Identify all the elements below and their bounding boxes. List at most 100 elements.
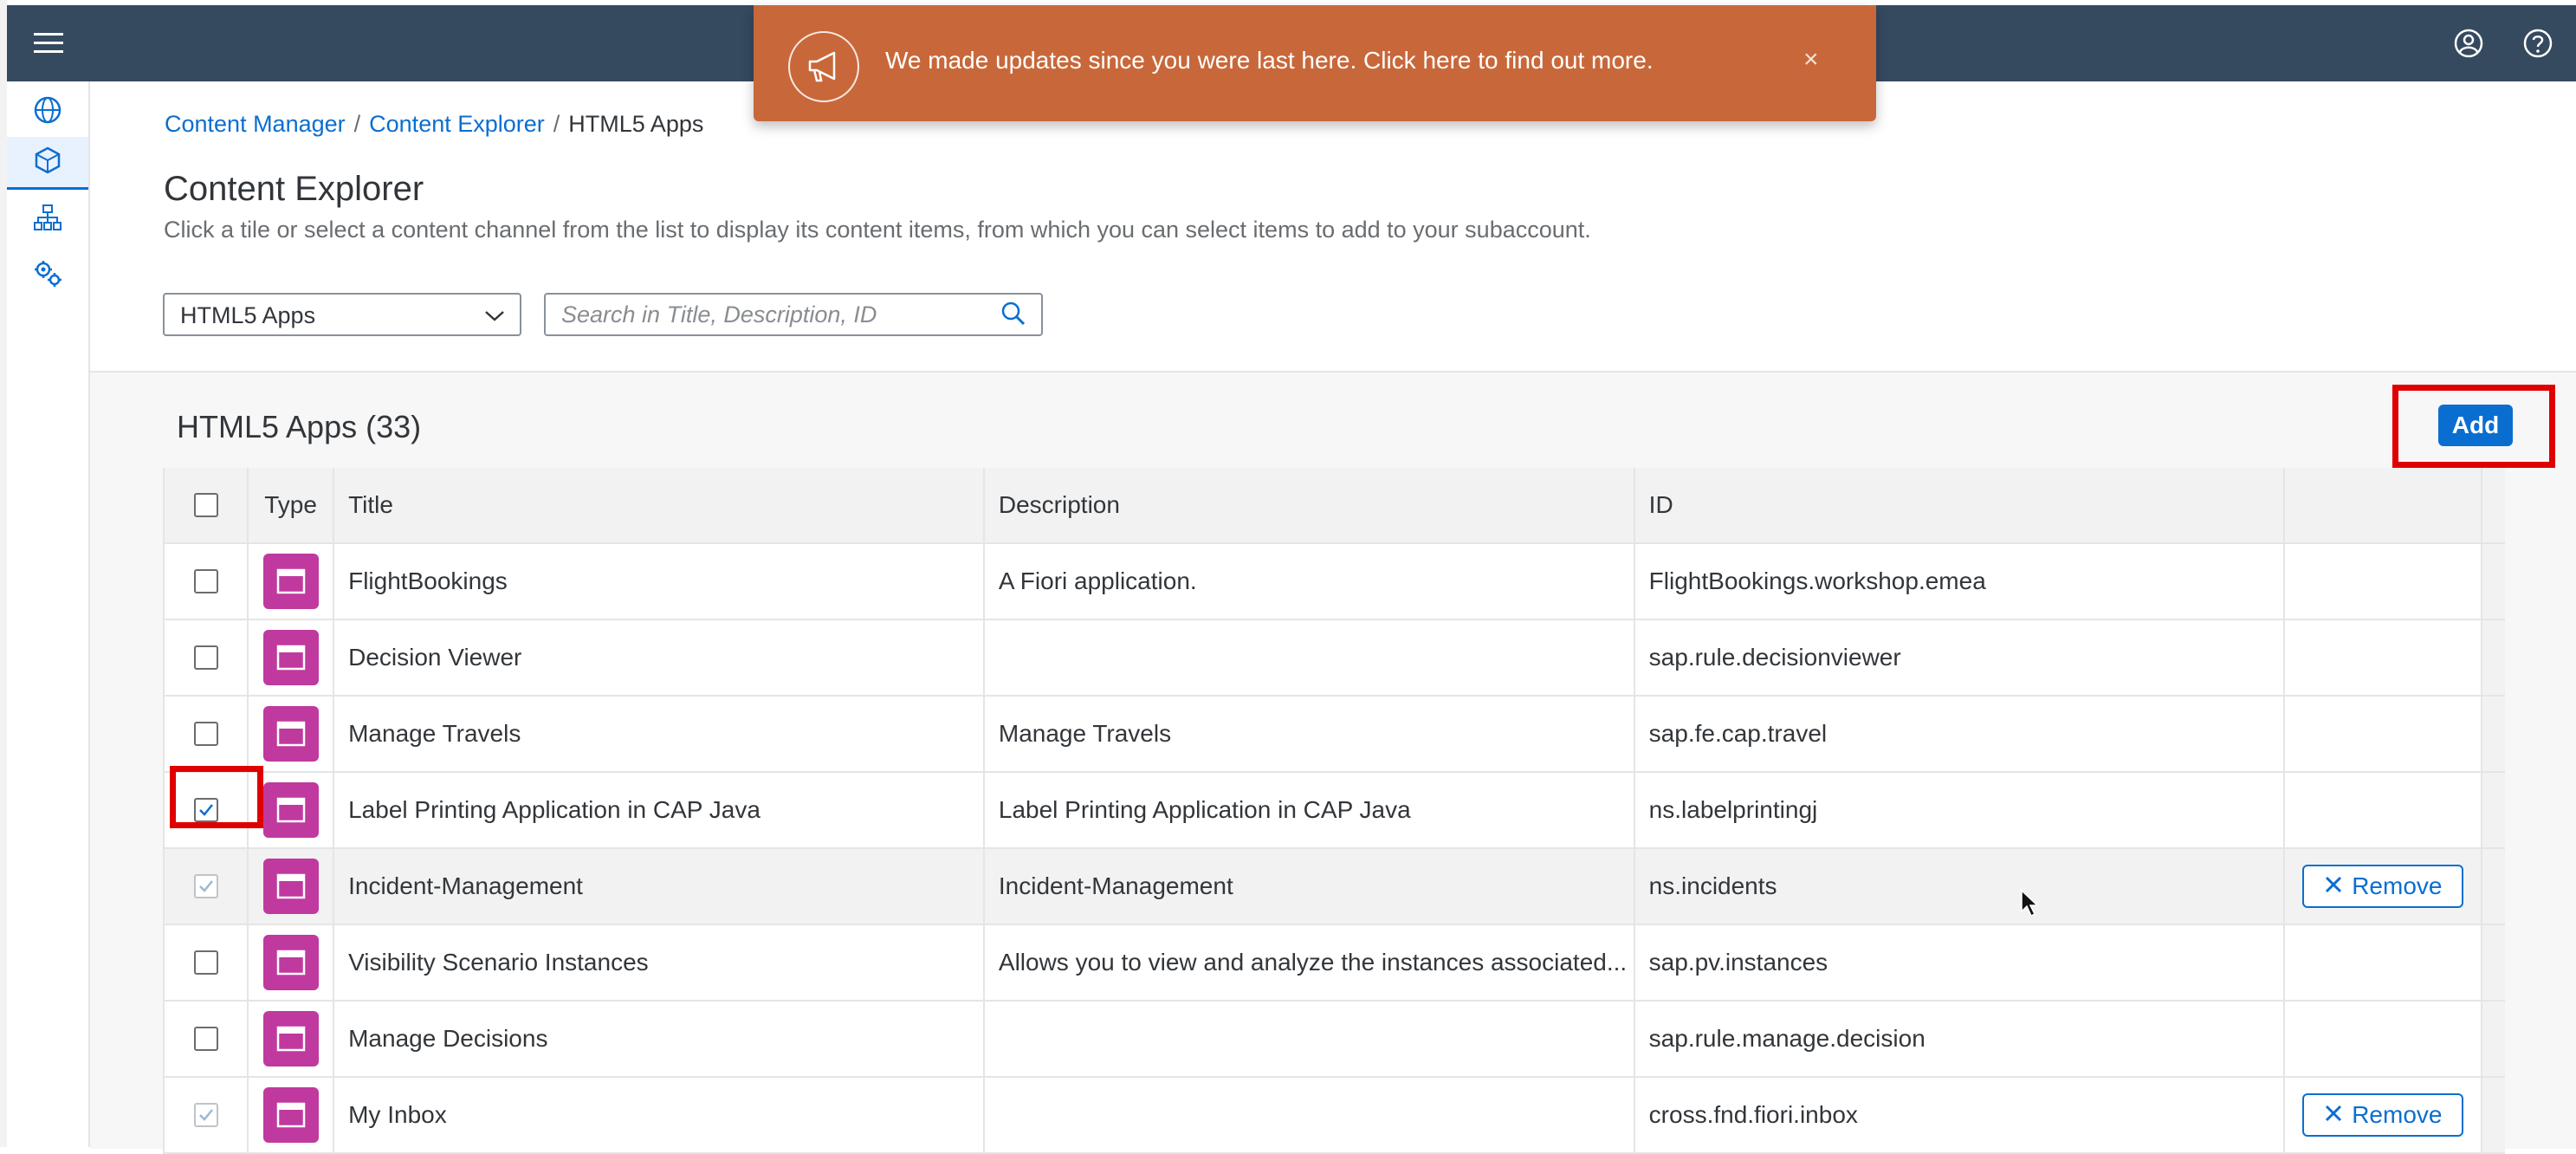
row-action-cell: Remove [2285,1078,2483,1152]
remove-button[interactable]: Remove [2302,865,2464,908]
window-frame [0,0,7,1147]
content-channel-select[interactable]: HTML5 Apps [163,293,521,336]
scrollbar-track[interactable] [2482,544,2505,619]
content-cube-icon [33,146,62,179]
row-type-cell [249,1002,335,1076]
breadcrumb-current: HTML5 Apps [568,111,704,137]
search-icon[interactable] [998,298,1029,334]
row-select-cell [165,544,249,619]
scrollbar-track[interactable] [2482,925,2505,1000]
row-type-cell [249,849,335,924]
table-row[interactable]: Incident-Management Incident-Management ns… [165,849,2505,925]
row-description: Allows you to view and analyze the insta… [985,925,1635,1000]
row-title: Visibility Scenario Instances [334,925,985,1000]
update-notification[interactable]: We made updates since you were last here… [754,5,1876,121]
add-button[interactable]: Add [2438,405,2513,446]
row-description: A Fiori application. [985,544,1635,619]
scrollbar-track[interactable] [2482,697,2505,771]
hamburger-menu-icon[interactable] [23,5,74,81]
row-title: Incident-Management [334,849,985,924]
remove-button[interactable]: Remove [2302,1093,2464,1137]
row-type-cell [249,544,335,619]
row-select-cell [165,925,249,1000]
row-checkbox[interactable] [193,722,218,746]
scrollbar-track[interactable] [2482,849,2505,924]
html5-app-icon [262,554,319,609]
row-checkbox-disabled [193,1103,218,1127]
html5-app-icon [262,935,319,990]
side-navigation [7,81,90,1147]
help-icon[interactable] [2512,5,2564,81]
mouse-pointer-icon [2020,889,2041,923]
scrollbar-track[interactable] [2482,773,2505,847]
row-id: ns.labelprintingj [1635,773,2286,847]
row-id: sap.rule.manage.decision [1635,1002,2286,1076]
breadcrumb-content-manager[interactable]: Content Manager [165,111,346,137]
annotation-highlight-box [170,766,263,828]
select-all-checkbox[interactable] [193,493,218,517]
remove-button-label: Remove [2352,872,2443,899]
breadcrumb-content-explorer[interactable]: Content Explorer [369,111,545,137]
close-icon [2324,1101,2343,1129]
column-header-type: Type [249,468,335,542]
nav-globe[interactable] [7,87,88,137]
row-action-cell [2285,620,2483,695]
row-checkbox[interactable] [193,1027,218,1051]
html5-app-icon [262,630,319,685]
search-input[interactable] [544,293,1043,336]
row-checkbox[interactable] [193,569,218,593]
table-row[interactable]: My Inbox cross.fnd.fiori.inbox Remove [165,1078,2505,1154]
table-row[interactable]: Label Printing Application in CAP Java La… [165,773,2505,849]
table-row[interactable]: FlightBookings A Fiori application. Flight… [165,544,2505,620]
scrollbar-track[interactable] [2482,468,2505,542]
row-description: Label Printing Application in CAP Java [985,773,1635,847]
nav-content-explorer[interactable] [7,137,88,190]
scrollbar-track[interactable] [2482,620,2505,695]
row-checkbox[interactable] [193,645,218,670]
notification-message[interactable]: We made updates since you were last here… [885,47,1654,75]
row-action-cell [2285,925,2483,1000]
row-action-cell [2285,1002,2483,1076]
page-title: Content Explorer [164,170,424,208]
row-select-cell [165,849,249,924]
row-checkbox[interactable] [193,950,218,975]
breadcrumb-separator: / [353,111,361,137]
content-channel-value: HTML5 Apps [180,302,316,328]
close-icon[interactable]: × [1803,45,1819,75]
close-icon [2324,872,2343,900]
row-checkbox-disabled [193,874,218,898]
breadcrumb: Content Manager / Content Explorer / HTML5 A… [165,111,703,138]
scrollbar-track[interactable] [2482,1078,2505,1152]
html5-app-icon [262,1087,319,1143]
row-title: Manage Decisions [334,1002,985,1076]
row-description [985,1078,1635,1152]
row-type-cell [249,620,335,695]
row-select-cell [165,620,249,695]
scrollbar-track[interactable] [2482,1002,2505,1076]
page-description: Click a tile or select a content channel… [164,217,1591,243]
apps-table: Type Title Description ID FlightBookings… [163,468,2505,1154]
remove-button-label: Remove [2352,1101,2443,1128]
table-row[interactable]: Decision Viewer sap.rule.decisionviewer [165,620,2505,697]
user-profile-icon[interactable] [2443,5,2495,81]
table-header-row: Type Title Description ID [165,468,2505,544]
row-description: Incident-Management [985,849,1635,924]
row-title: Manage Travels [334,697,985,771]
row-id: cross.fnd.fiori.inbox [1635,1078,2286,1152]
row-select-cell [165,1002,249,1076]
column-header-description: Description [985,468,1635,542]
html5-app-icon [262,782,319,838]
row-type-cell [249,925,335,1000]
table-row[interactable]: Visibility Scenario Instances Allows you … [165,925,2505,1002]
table-body: FlightBookings A Fiori application. Flight… [165,544,2505,1154]
row-action-cell [2285,697,2483,771]
nav-settings[interactable] [7,250,88,300]
html5-app-icon [262,859,319,914]
nav-sitemap[interactable] [7,194,88,244]
row-type-cell [249,697,335,771]
row-action-cell [2285,773,2483,847]
row-title: Label Printing Application in CAP Java [334,773,985,847]
table-row[interactable]: Manage Travels Manage Travels sap.fe.cap.t… [165,697,2505,773]
table-row[interactable]: Manage Decisions sap.rule.manage.decision [165,1002,2505,1078]
row-id: sap.rule.decisionviewer [1635,620,2286,695]
